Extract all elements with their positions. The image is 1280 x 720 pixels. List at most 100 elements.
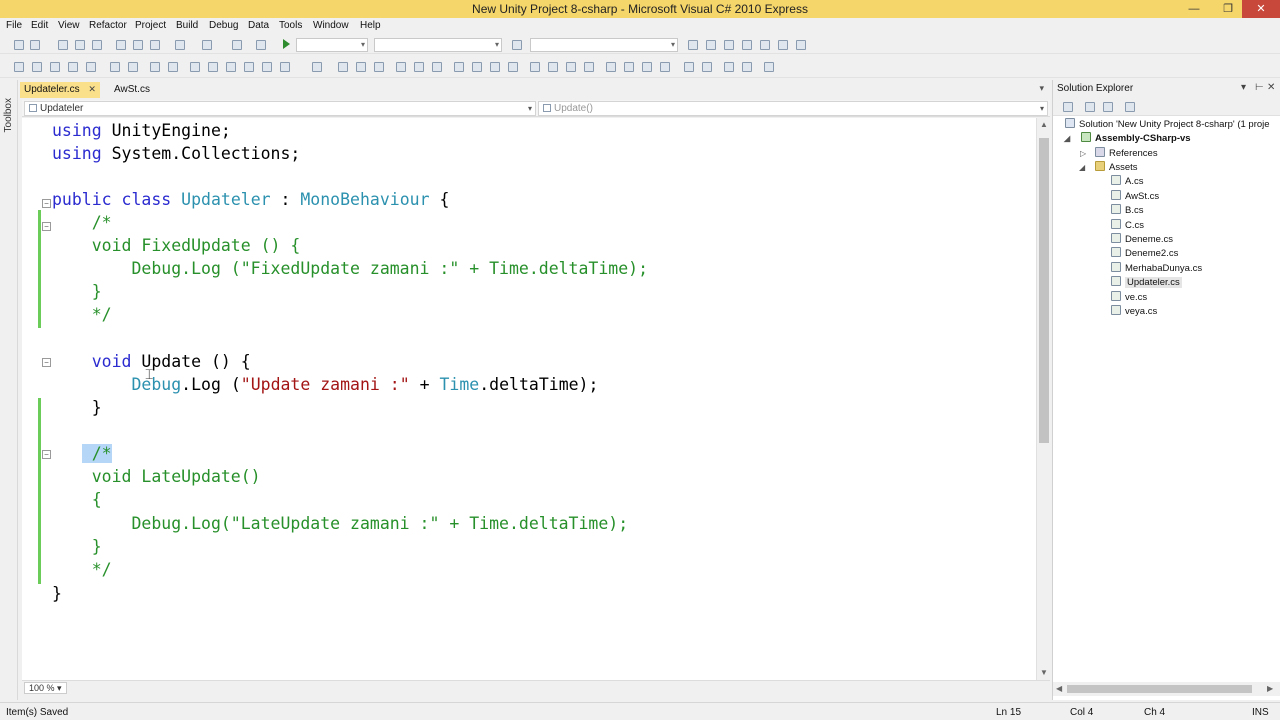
refresh-icon[interactable] [1103,102,1113,112]
tree-file[interactable]: C.cs [1111,219,1144,233]
send-to-back-icon[interactable] [742,62,752,72]
toolbox-tab[interactable]: Toolbox [3,98,14,132]
maximize-button[interactable]: ❐ [1214,0,1242,18]
bookmark-folder-icon[interactable] [262,62,272,72]
quick-info-icon[interactable] [86,62,96,72]
navigate-forward-icon[interactable] [256,40,266,50]
align-bottom-icon[interactable] [432,62,442,72]
same-size-icon[interactable] [490,62,500,72]
align-right-icon[interactable] [374,62,384,72]
scroll-left-icon[interactable]: ◀ [1056,684,1062,693]
navigate-backward-icon[interactable] [232,40,242,50]
properties-icon[interactable] [724,40,734,50]
tree-assets-folder[interactable]: ◢ Assets [1079,161,1138,175]
editor-vertical-scrollbar[interactable]: ▲ ▼ [1036,118,1050,680]
vertical-spacing-decrease-icon[interactable] [642,62,652,72]
find-in-files-icon[interactable] [688,40,698,50]
scroll-right-icon[interactable]: ▶ [1267,684,1273,693]
uncomment-icon[interactable] [168,62,178,72]
close-panel-icon[interactable]: ✕ [1267,82,1275,93]
add-item-icon[interactable] [30,40,40,50]
redo-icon[interactable] [202,40,212,50]
tree-file[interactable]: veya.cs [1111,305,1157,319]
copy-icon[interactable] [133,40,143,50]
scrollbar-thumb[interactable] [1067,685,1252,693]
view-code-icon[interactable] [1125,102,1135,112]
clear-bookmarks-icon[interactable] [244,62,254,72]
solution-explorer-icon[interactable] [706,40,716,50]
outline-collapse-icon[interactable]: − [42,199,51,208]
same-height-icon[interactable] [472,62,482,72]
tree-file[interactable]: Deneme.cs [1111,233,1173,247]
menu-view[interactable]: View [58,20,80,31]
types-combo[interactable]: Updateler ▾ [24,101,536,116]
start-page-icon[interactable] [778,40,788,50]
show-all-files-icon[interactable] [1085,102,1095,112]
platform-combo[interactable]: ▾ [374,38,502,52]
menu-tools[interactable]: Tools [279,20,302,31]
tree-project[interactable]: ◢ Assembly-CSharp-vs [1064,132,1191,146]
center-vertically-icon[interactable] [702,62,712,72]
increase-indent-icon[interactable] [128,62,138,72]
scroll-down-icon[interactable]: ▼ [1040,668,1048,677]
horizontal-spacing-decrease-icon[interactable] [566,62,576,72]
tree-references[interactable]: ▷ References [1080,147,1158,161]
layout-align-icon[interactable] [312,62,322,72]
new-project-icon[interactable] [14,40,24,50]
outline-collapse-icon[interactable]: − [42,358,51,367]
center-horizontally-icon[interactable] [684,62,694,72]
vertical-spacing-increase-icon[interactable] [624,62,634,72]
close-tab-icon[interactable]: ✕ [88,84,96,94]
menu-help[interactable]: Help [360,20,381,31]
panel-menu-icon[interactable]: ▾ [1241,82,1246,93]
paste-icon[interactable] [150,40,160,50]
menu-build[interactable]: Build [176,20,198,31]
save-all-icon[interactable] [92,40,102,50]
tab-awst[interactable]: AwSt.cs [110,82,154,98]
menu-edit[interactable]: Edit [31,20,48,31]
previous-bookmark-icon[interactable] [208,62,218,72]
align-middle-icon[interactable] [414,62,424,72]
size-to-grid-icon[interactable] [508,62,518,72]
tree-file[interactable]: A.cs [1111,175,1143,189]
vertical-spacing-remove-icon[interactable] [660,62,670,72]
same-width-icon[interactable] [454,62,464,72]
tree-file-selected[interactable]: Updateler.cs [1111,276,1182,290]
outline-collapse-icon[interactable]: − [42,222,51,231]
tree-file[interactable]: AwSt.cs [1111,190,1159,204]
properties-window-icon[interactable] [14,62,24,72]
members-combo[interactable]: Update() ▾ [538,101,1048,116]
toolbox-icon[interactable] [760,40,770,50]
outline-collapse-icon[interactable]: − [42,450,51,459]
extension-manager-icon[interactable] [796,40,806,50]
scrollbar-thumb[interactable] [1039,138,1049,443]
tab-updateler[interactable]: Updateler.cs ✕ [20,82,100,98]
horizontal-spacing-remove-icon[interactable] [584,62,594,72]
menu-project[interactable]: Project [135,20,166,31]
minimize-button[interactable]: — [1180,0,1208,18]
bookmark-window-icon[interactable] [280,62,290,72]
tree-file[interactable]: ve.cs [1111,291,1147,305]
solution-config-combo[interactable]: ▾ [296,38,368,52]
align-center-icon[interactable] [356,62,366,72]
open-file-icon[interactable] [58,40,68,50]
tab-order-icon[interactable] [764,62,774,72]
code-editor[interactable]: − − − − using UnityEngine; using System.… [22,118,1050,680]
undo-icon[interactable] [175,40,185,50]
horizontal-spacing-equal-icon[interactable] [530,62,540,72]
menu-data[interactable]: Data [248,20,269,31]
vertical-spacing-equal-icon[interactable] [606,62,616,72]
horizontal-spacing-increase-icon[interactable] [548,62,558,72]
align-left-icon[interactable] [338,62,348,72]
members-icon[interactable] [50,62,60,72]
find-icon[interactable] [512,40,522,50]
menu-window[interactable]: Window [313,20,349,31]
object-browser-icon[interactable] [742,40,752,50]
find-combo[interactable]: ▾ [530,38,678,52]
solution-explorer-hscrollbar[interactable]: ◀ ▶ [1053,682,1280,696]
align-top-icon[interactable] [396,62,406,72]
tree-file[interactable]: B.cs [1111,204,1143,218]
tree-solution[interactable]: Solution 'New Unity Project 8-csharp' (1… [1065,118,1270,132]
properties-icon[interactable] [1063,102,1073,112]
class-view-icon[interactable] [32,62,42,72]
